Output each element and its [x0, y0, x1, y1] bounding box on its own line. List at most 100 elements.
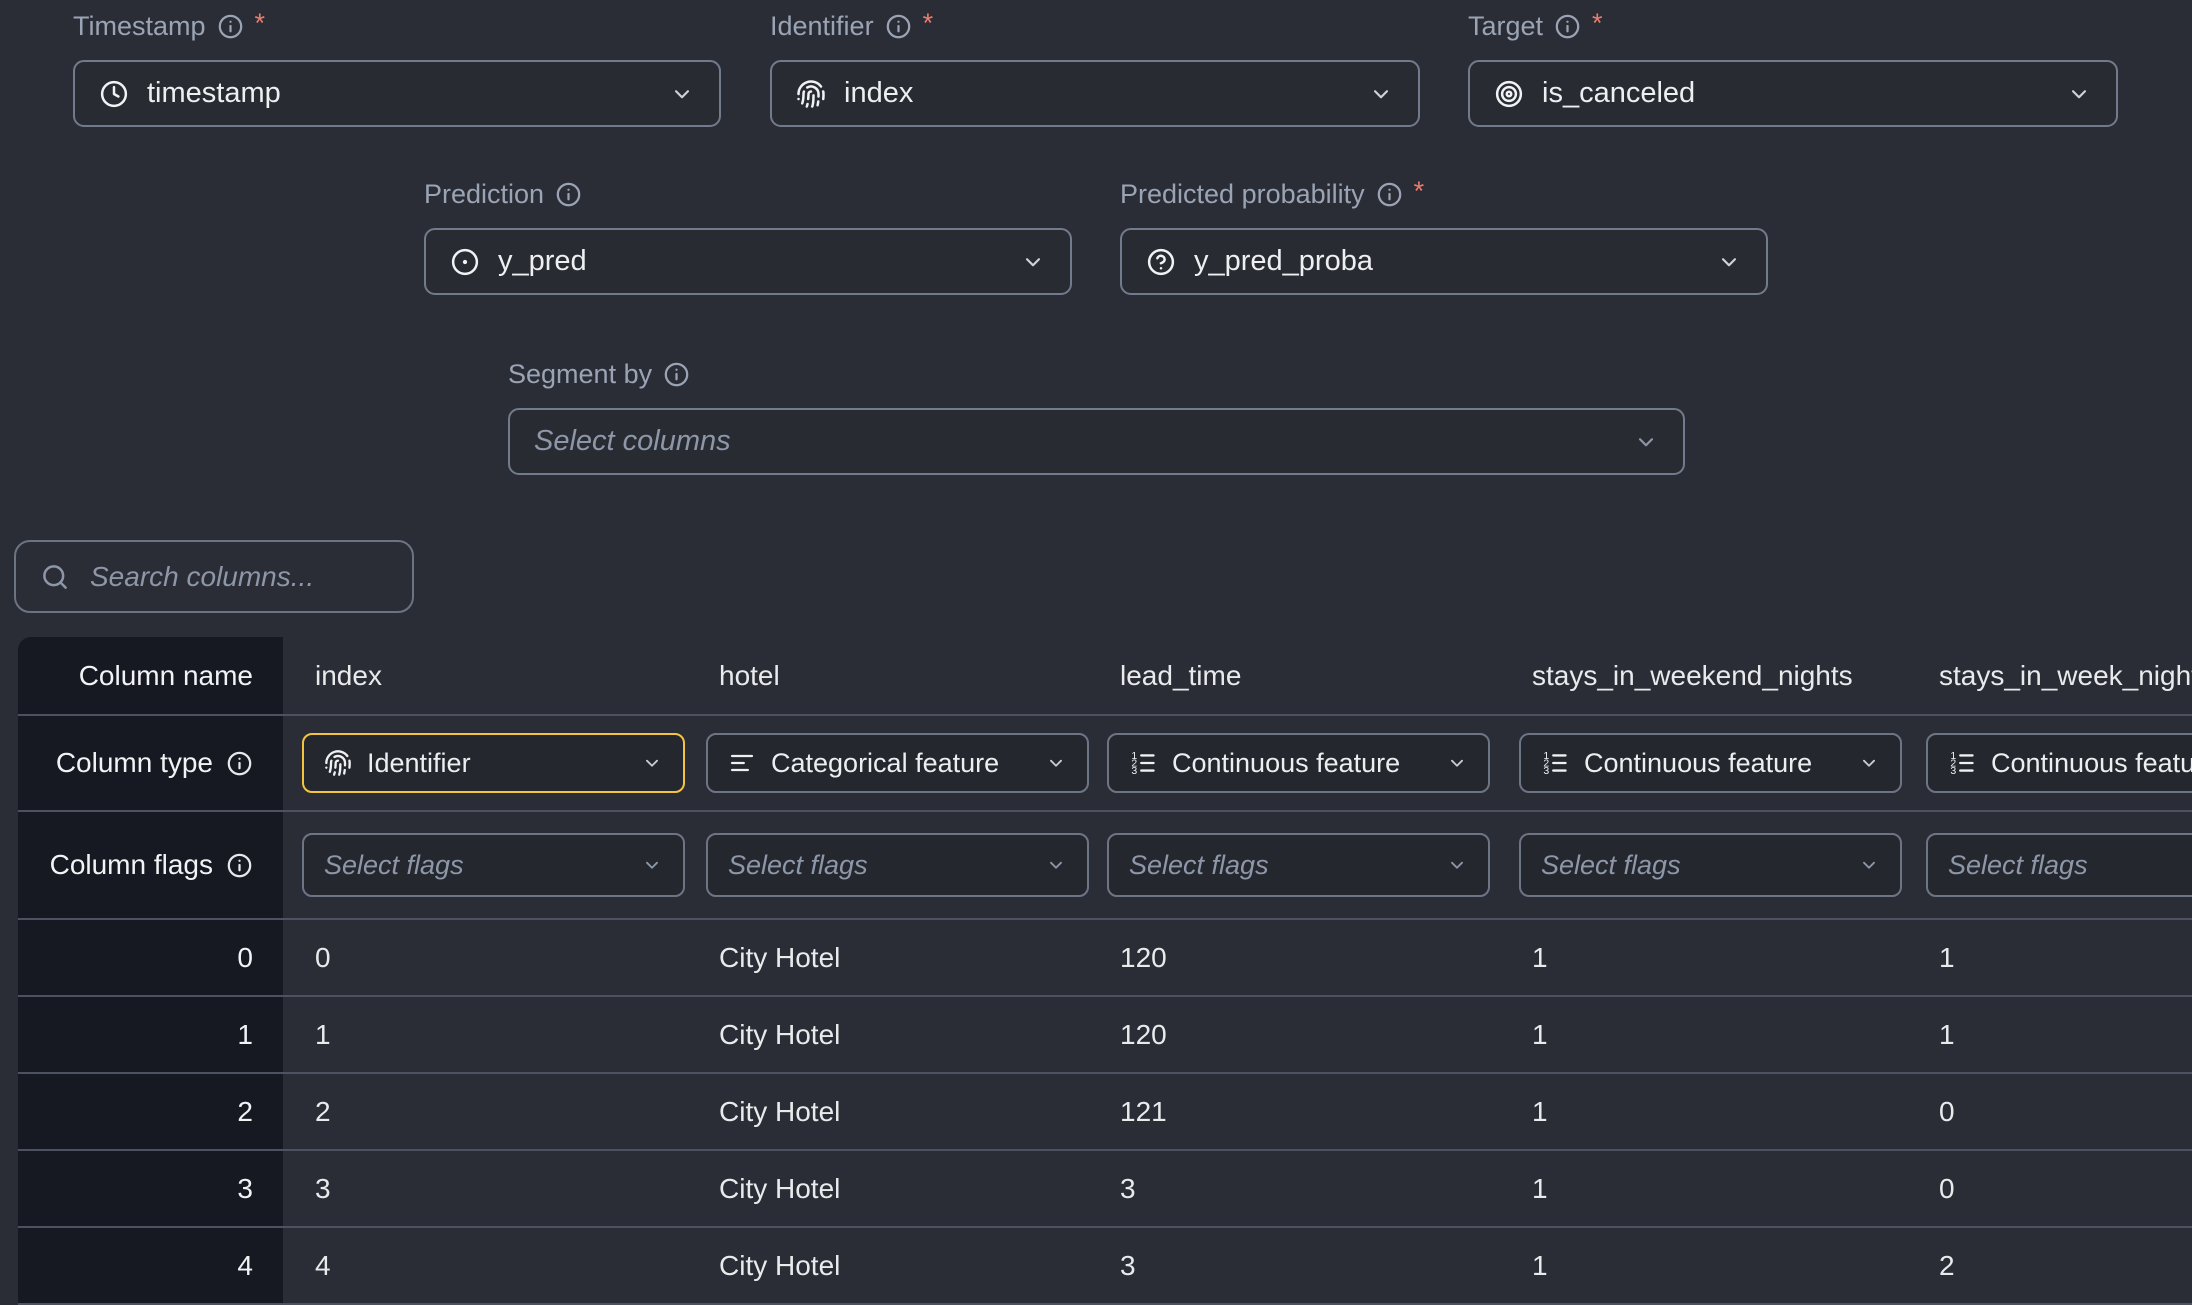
column-type-cell-stays_in_week_nights: 123Continuous feature: [1907, 716, 2192, 810]
target-select[interactable]: is_canceled: [1468, 60, 2118, 127]
data-cell-hotel: City Hotel: [687, 1151, 1088, 1226]
predicted-probability-label: Predicted probability *: [1120, 176, 1768, 212]
data-cell-lead_time: 121: [1088, 1074, 1500, 1149]
data-cell-index: 0: [283, 920, 687, 995]
chevron-down-icon: [1858, 854, 1880, 876]
list-ordered-icon: 123: [1129, 749, 1157, 777]
info-icon: [217, 13, 244, 40]
cell-value: City Hotel: [719, 1173, 840, 1205]
identifier-select[interactable]: index: [770, 60, 1420, 127]
cell-value: 121: [1120, 1096, 1167, 1128]
chevron-down-icon: [1368, 81, 1394, 107]
search-columns-input[interactable]: [88, 560, 388, 594]
segment-by-select[interactable]: Select columns: [508, 408, 1685, 475]
info-icon: [663, 361, 690, 388]
info-icon: [663, 361, 690, 388]
column-type-select-stays_in_week_nights[interactable]: 123Continuous feature: [1926, 733, 2192, 793]
data-cell-index: 4: [283, 1228, 687, 1303]
chevron-down-icon: [1045, 854, 1067, 876]
cell-value: 0: [315, 942, 331, 974]
cell-value: 1: [1532, 1096, 1548, 1128]
chevron-down-icon: [641, 752, 663, 774]
data-cell-index: 2: [283, 1074, 687, 1149]
flags-placeholder: Select flags: [1541, 850, 1681, 881]
column-type-select-index[interactable]: Identifier: [302, 733, 685, 793]
column-flags-select-hotel[interactable]: Select flags: [706, 833, 1089, 897]
search-columns-box[interactable]: [14, 540, 414, 613]
timestamp-label: Timestamp *: [73, 8, 721, 44]
data-cell-lead_time: 120: [1088, 997, 1500, 1072]
column-type-value: Categorical feature: [771, 748, 999, 779]
segment-by-placeholder: Select columns: [534, 425, 731, 458]
column-name-text: stays_in_week_nights: [1939, 660, 2192, 692]
align-left-icon: [728, 749, 756, 777]
cell-value: 0: [1939, 1173, 1955, 1205]
column-type-row-header: Column type: [18, 716, 283, 810]
column-header-lead_time: lead_time: [1088, 637, 1500, 714]
target-field: Target * is_canceled: [1468, 8, 2118, 127]
column-type-cell-index: Identifier: [283, 716, 687, 810]
chevron-down-icon: [1045, 752, 1067, 774]
row-index-label: 0: [18, 920, 283, 995]
row-index-label: 2: [18, 1074, 283, 1149]
data-cell-stays_in_weekend_nights: 1: [1500, 920, 1907, 995]
field-label-text: Prediction: [424, 179, 544, 210]
predicted-probability-select[interactable]: y_pred_proba: [1120, 228, 1768, 295]
column-type-cell-lead_time: 123Continuous feature: [1088, 716, 1500, 810]
cell-value: 2: [315, 1096, 331, 1128]
data-cell-hotel: City Hotel: [687, 1228, 1088, 1303]
chevron-down-icon: [1045, 854, 1067, 876]
timestamp-select[interactable]: timestamp: [73, 60, 721, 127]
data-cell-stays_in_week_nights: 1: [1907, 920, 2192, 995]
prediction-select[interactable]: y_pred: [424, 228, 1072, 295]
chevron-down-icon: [2066, 81, 2092, 107]
cell-value: 3: [315, 1173, 331, 1205]
flags-placeholder: Select flags: [1129, 850, 1269, 881]
data-cell-lead_time: 120: [1088, 920, 1500, 995]
column-header-stays_in_week_nights: stays_in_week_nights: [1907, 637, 2192, 714]
data-cell-stays_in_week_nights: 0: [1907, 1074, 2192, 1149]
svg-text:3: 3: [1131, 765, 1137, 777]
data-cell-hotel: City Hotel: [687, 1074, 1088, 1149]
column-name-text: index: [315, 660, 382, 692]
column-type-select-stays_in_weekend_nights[interactable]: 123Continuous feature: [1519, 733, 1902, 793]
field-label-text: Identifier: [770, 11, 874, 42]
column-type-select-hotel[interactable]: Categorical feature: [706, 733, 1089, 793]
column-flags-cell-stays_in_week_nights: Select flags: [1907, 812, 2192, 918]
target-icon: [1494, 79, 1524, 109]
columns-table: Column name index hotel lead_time stays_in_w…: [18, 637, 2192, 1305]
table-row-2: 2 2 City Hotel 121 1 0: [18, 1074, 2192, 1151]
table-row-3: 33City Hotel310: [18, 1151, 2192, 1228]
list-ordered-icon: 123: [1129, 749, 1157, 777]
chevron-down-icon: [1020, 249, 1046, 275]
info-icon: [1554, 13, 1581, 40]
required-asterisk: *: [1414, 176, 1425, 207]
circle-help-icon: [1146, 247, 1176, 277]
data-cell-hotel: City Hotel: [687, 997, 1088, 1072]
column-flags-select-stays_in_weekend_nights[interactable]: Select flags: [1519, 833, 1902, 897]
column-type-select-lead_time[interactable]: 123Continuous feature: [1107, 733, 1490, 793]
column-flags-select-lead_time[interactable]: Select flags: [1107, 833, 1490, 897]
required-asterisk: *: [923, 8, 934, 39]
info-icon: [555, 181, 582, 208]
data-cell-stays_in_week_nights: 2: [1907, 1228, 2192, 1303]
column-type-cell-stays_in_weekend_nights: 123Continuous feature: [1500, 716, 1907, 810]
column-name-row-header: Column name: [18, 637, 283, 714]
row-header-text: Column flags: [50, 849, 213, 881]
chevron-down-icon: [1446, 854, 1468, 876]
chevron-down-icon: [1446, 854, 1468, 876]
cell-value: City Hotel: [719, 1019, 840, 1051]
column-name-text: hotel: [719, 660, 780, 692]
cell-value: 3: [1120, 1173, 1136, 1205]
cell-value: 3: [1120, 1250, 1136, 1282]
target-icon: [1494, 79, 1524, 109]
column-flags-cell-hotel: Select flags: [687, 812, 1088, 918]
row-index-text: 2: [237, 1096, 253, 1128]
chevron-down-icon: [641, 854, 663, 876]
column-flags-cell-stays_in_weekend_nights: Select flags: [1500, 812, 1907, 918]
fingerprint-icon: [796, 79, 826, 109]
column-flags-select-index[interactable]: Select flags: [302, 833, 685, 897]
column-flags-select-stays_in_week_nights[interactable]: Select flags: [1926, 833, 2192, 897]
data-cell-lead_time: 3: [1088, 1228, 1500, 1303]
list-ordered-icon: 123: [1541, 749, 1569, 777]
